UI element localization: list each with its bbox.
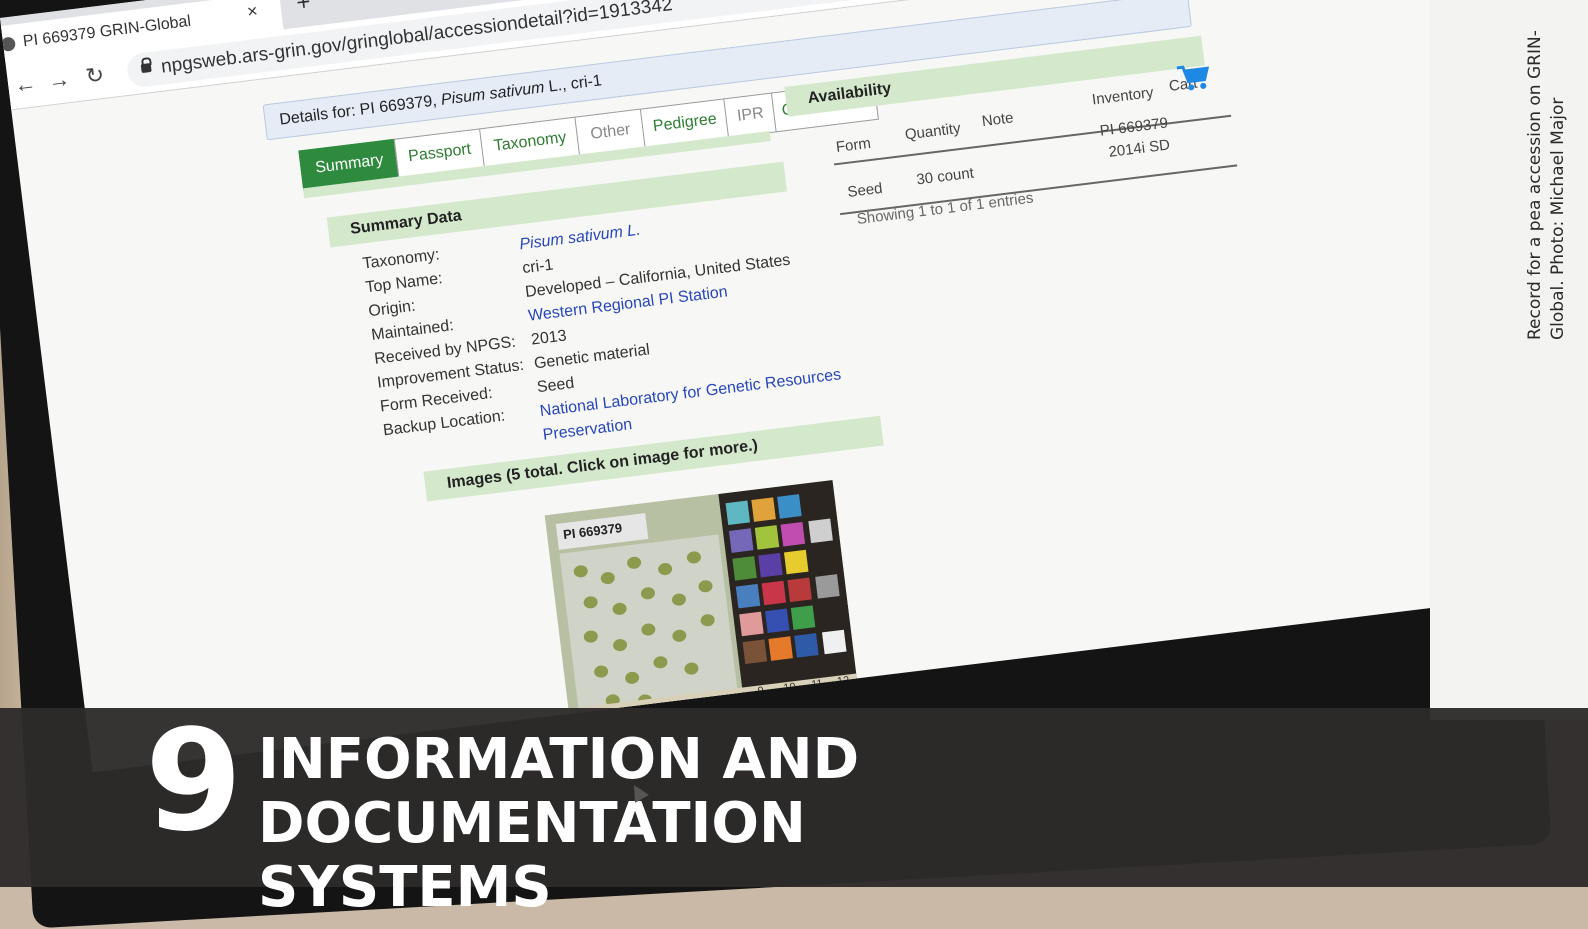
color-swatch bbox=[735, 583, 761, 609]
color-swatch bbox=[787, 577, 812, 603]
new-tab-icon[interactable]: + bbox=[295, 0, 312, 18]
chapter-title-line1: INFORMATION AND DOCUMENTATION bbox=[258, 727, 860, 856]
detail-tabs: Summary Passport Taxonomy Other Pedigree… bbox=[298, 79, 879, 191]
color-swatch bbox=[751, 497, 776, 522]
summary-data-title: Summary Data bbox=[349, 207, 463, 238]
col-note: Note bbox=[980, 109, 1015, 131]
col-quantity: Quantity bbox=[903, 119, 962, 144]
label-top-name: Top Name: bbox=[364, 270, 444, 297]
seed bbox=[583, 629, 599, 644]
color-swatch bbox=[725, 500, 751, 526]
value-taxonomy[interactable]: Pisum sativum L. bbox=[518, 222, 641, 255]
value-received: 2013 bbox=[530, 327, 568, 349]
chapter-title-line2: SYSTEMS bbox=[258, 855, 552, 920]
color-swatch bbox=[768, 636, 793, 661]
cart-icon[interactable] bbox=[1175, 61, 1212, 93]
color-swatch bbox=[758, 552, 783, 578]
reload-icon[interactable]: ↻ bbox=[84, 62, 105, 90]
color-swatch bbox=[754, 525, 780, 550]
details-suffix: L., cri-1 bbox=[543, 72, 603, 97]
seed bbox=[671, 592, 687, 607]
label-maintained: Maintained: bbox=[370, 317, 455, 345]
col-form: Form bbox=[834, 134, 872, 157]
seed bbox=[640, 586, 656, 601]
close-icon[interactable]: × bbox=[246, 1, 259, 23]
value-backup-location[interactable]: National Laboratory for Genetic Resource… bbox=[539, 366, 842, 421]
chapter-title: INFORMATION AND DOCUMENTATION SYSTEMS bbox=[258, 728, 1358, 920]
label-taxonomy: Taxonomy: bbox=[361, 246, 441, 273]
seed bbox=[640, 622, 657, 637]
label-origin: Origin: bbox=[367, 297, 417, 321]
seed bbox=[657, 562, 673, 576]
images-title: Images (5 total. Click on image for more… bbox=[446, 436, 759, 492]
color-swatch bbox=[783, 549, 809, 575]
cell-inventory: PI 669379 bbox=[1098, 114, 1169, 140]
seed bbox=[652, 655, 669, 670]
color-swatch bbox=[777, 494, 802, 519]
color-swatch bbox=[794, 633, 819, 658]
value-backup-location-line2[interactable]: Preservation bbox=[542, 416, 633, 445]
availability-title: Availability bbox=[806, 79, 893, 108]
color-swatch bbox=[780, 521, 806, 547]
color-swatch bbox=[808, 518, 833, 544]
details-species: Pisum sativum bbox=[440, 79, 546, 109]
seed bbox=[683, 661, 700, 676]
cell-inventory-2: 2014i SD bbox=[1107, 136, 1171, 161]
color-swatch bbox=[739, 611, 764, 637]
color-swatch bbox=[790, 605, 816, 630]
caption-panel: Record for a pea accession on GRIN-Globa… bbox=[1430, 0, 1588, 720]
cell-form: Seed bbox=[846, 179, 884, 201]
seed bbox=[699, 613, 716, 628]
table-divider bbox=[833, 114, 1232, 166]
seed bbox=[582, 595, 599, 610]
seed bbox=[697, 579, 714, 594]
chapter-number: 9 bbox=[145, 700, 242, 863]
cell-quantity: 30 count bbox=[915, 164, 975, 189]
col-inventory: Inventory bbox=[1091, 84, 1155, 109]
seed bbox=[624, 671, 640, 685]
color-swatch bbox=[732, 556, 757, 581]
color-swatch bbox=[764, 608, 790, 634]
details-prefix: Details for: PI 669379, bbox=[278, 91, 443, 129]
seed bbox=[686, 550, 702, 565]
value-form-received: Seed bbox=[536, 374, 576, 397]
seed-tray bbox=[559, 534, 739, 718]
photo-caption: Record for a pea accession on GRIN-Globa… bbox=[1525, 30, 1568, 340]
color-swatch bbox=[761, 580, 787, 606]
value-top-name: cri-1 bbox=[521, 256, 555, 278]
seed bbox=[671, 629, 688, 643]
seed bbox=[600, 571, 616, 585]
seed bbox=[611, 602, 628, 616]
forward-icon[interactable]: → bbox=[47, 66, 72, 94]
color-swatch bbox=[742, 639, 768, 664]
seed bbox=[612, 638, 628, 652]
color-swatch bbox=[815, 574, 840, 599]
color-swatch bbox=[822, 629, 847, 655]
color-swatch bbox=[728, 528, 754, 553]
lock-icon bbox=[140, 62, 152, 74]
back-icon[interactable]: ← bbox=[13, 70, 38, 98]
color-checker-chart bbox=[718, 479, 859, 703]
seed bbox=[626, 555, 642, 570]
seed bbox=[573, 564, 589, 579]
seed bbox=[593, 664, 609, 679]
